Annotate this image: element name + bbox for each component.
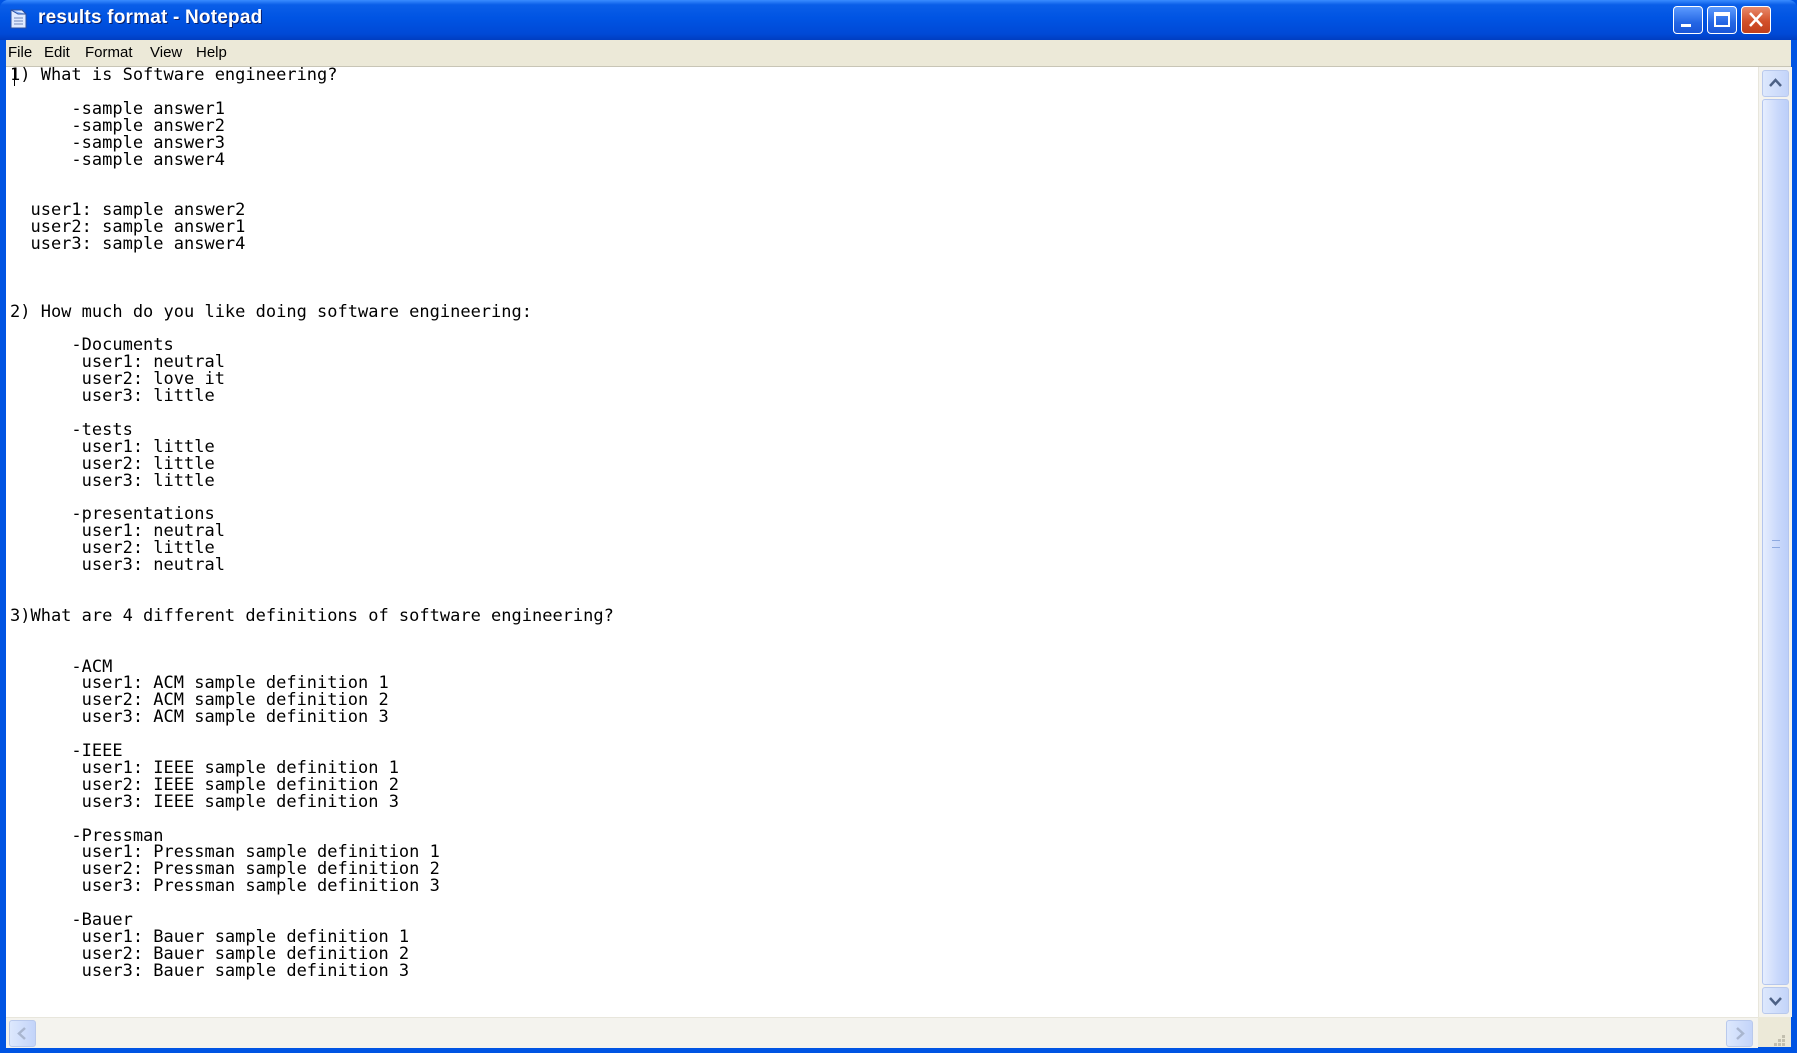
resize-grip-icon[interactable] [1758,1017,1791,1047]
close-button[interactable] [1741,6,1771,34]
maximize-button[interactable] [1707,6,1737,34]
menu-format[interactable]: Format [85,44,133,61]
text-line: user3: Pressman sample definition 3 [10,876,440,897]
vertical-scroll-thumb[interactable] [1762,99,1789,985]
menu-view[interactable]: View [150,44,182,61]
chevron-down-icon [1769,997,1782,1006]
scroll-up-button[interactable] [1762,70,1789,97]
scroll-right-button[interactable] [1726,1020,1753,1047]
menu-edit[interactable]: Edit [44,44,70,61]
menu-bar: File Edit Format View Help [6,40,1791,67]
menu-file[interactable]: File [8,44,32,61]
window-title: results format - Notepad [38,7,263,28]
editor[interactable]: 1) What is Software engineering? -sample… [6,67,1792,1048]
text-line: user3: little [10,386,215,407]
text-line: user3: ACM sample definition 3 [10,707,389,728]
text-line: 1) What is Software engineering? [10,67,338,85]
chevron-right-icon [1736,1027,1745,1040]
maximize-icon [1714,12,1730,27]
text-line: 2) How much do you like doing software e… [10,301,532,322]
text-line: user3: little [10,470,215,491]
chevron-left-icon [17,1027,26,1040]
text-line: 3)What are 4 different definitions of so… [10,605,614,626]
vertical-scrollbar[interactable] [1758,67,1792,1017]
text-line: -sample answer4 [10,149,225,170]
text-line: user3: sample answer4 [10,234,246,254]
text-line: user3: IEEE sample definition 3 [10,791,399,812]
notepad-window: results format - Notepad File Edit Forma… [0,0,1797,1053]
text-line: user3: neutral [10,555,225,576]
chevron-up-icon [1769,78,1782,87]
horizontal-scrollbar[interactable] [6,1017,1758,1048]
scroll-grip [1772,540,1780,548]
title-bar[interactable]: results format - Notepad [0,0,1797,40]
scroll-down-button[interactable] [1762,987,1789,1014]
scroll-left-button[interactable] [9,1020,36,1047]
minimize-button[interactable] [1673,6,1703,34]
menu-help[interactable]: Help [196,44,227,61]
close-icon [1749,12,1763,27]
text-line: user3: Bauer sample definition 3 [10,960,410,981]
text-area[interactable]: 1) What is Software engineering? -sample… [10,67,1750,1017]
notepad-icon[interactable] [8,8,28,30]
minimize-icon [1681,24,1691,27]
